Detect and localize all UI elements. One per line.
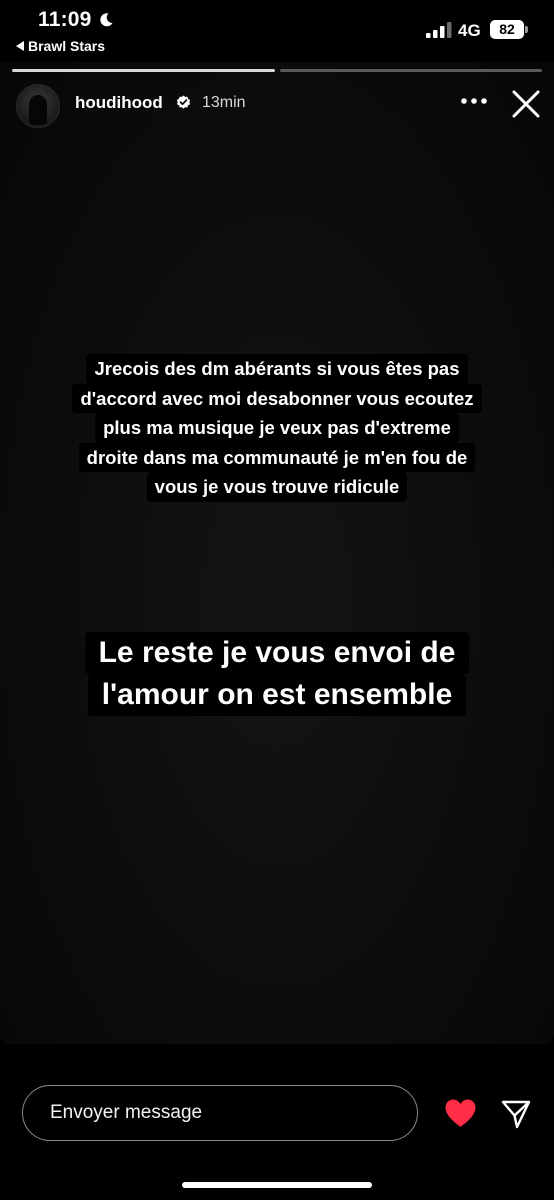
avatar-figure — [29, 95, 47, 125]
clock-time: 11:09 — [38, 8, 92, 31]
back-arrow-icon — [16, 41, 24, 51]
back-app-label: Brawl Stars — [28, 38, 106, 54]
story-text-line: d'accord avec moi desabonner vous ecoute… — [72, 383, 482, 413]
status-bar: 11:09 Brawl Stars 4G 82 — [0, 0, 554, 64]
avatar[interactable] — [16, 84, 60, 128]
story-text-line: Jrecois des dm abérants si vous êtes pas — [86, 354, 468, 384]
story-progress-segment-2 — [280, 69, 542, 72]
home-indicator[interactable] — [182, 1182, 372, 1188]
story-username[interactable]: houdihood — [75, 93, 163, 113]
battery-icon: 82 — [490, 20, 524, 39]
heart-icon[interactable] — [444, 1098, 477, 1128]
story-text-line: Le reste je vous envoi de — [84, 632, 470, 674]
message-input[interactable]: Envoyer message — [22, 1085, 418, 1141]
signal-icon — [426, 22, 452, 38]
more-icon[interactable] — [460, 96, 488, 106]
story-text-line: vous je vous trouve ridicule — [146, 472, 408, 502]
story-text-block-1: Jrecois des dm abérants si vous êtes pas… — [0, 354, 554, 502]
moon-icon — [100, 13, 113, 27]
story-text-line: droite dans ma communauté je m'en fou de — [78, 442, 476, 472]
story-viewer[interactable]: houdihood 13min Jrecois des dm abérants … — [0, 62, 554, 1044]
story-text-line: l'amour on est ensemble — [87, 674, 467, 716]
close-icon[interactable] — [511, 89, 541, 119]
story-age: 13min — [202, 94, 246, 111]
back-to-app-link[interactable]: Brawl Stars — [16, 38, 105, 54]
story-progress-segment-1 — [12, 69, 275, 72]
send-icon[interactable] — [500, 1098, 532, 1130]
verified-badge-icon — [176, 95, 191, 109]
message-input-placeholder: Envoyer message — [50, 1102, 203, 1123]
story-text-block-2: Le reste je vous envoi de l'amour on est… — [0, 632, 554, 716]
battery-cap — [525, 26, 528, 33]
story-text-line: plus ma musique je veux pas d'extreme — [95, 413, 459, 443]
network-type: 4G — [458, 21, 481, 40]
